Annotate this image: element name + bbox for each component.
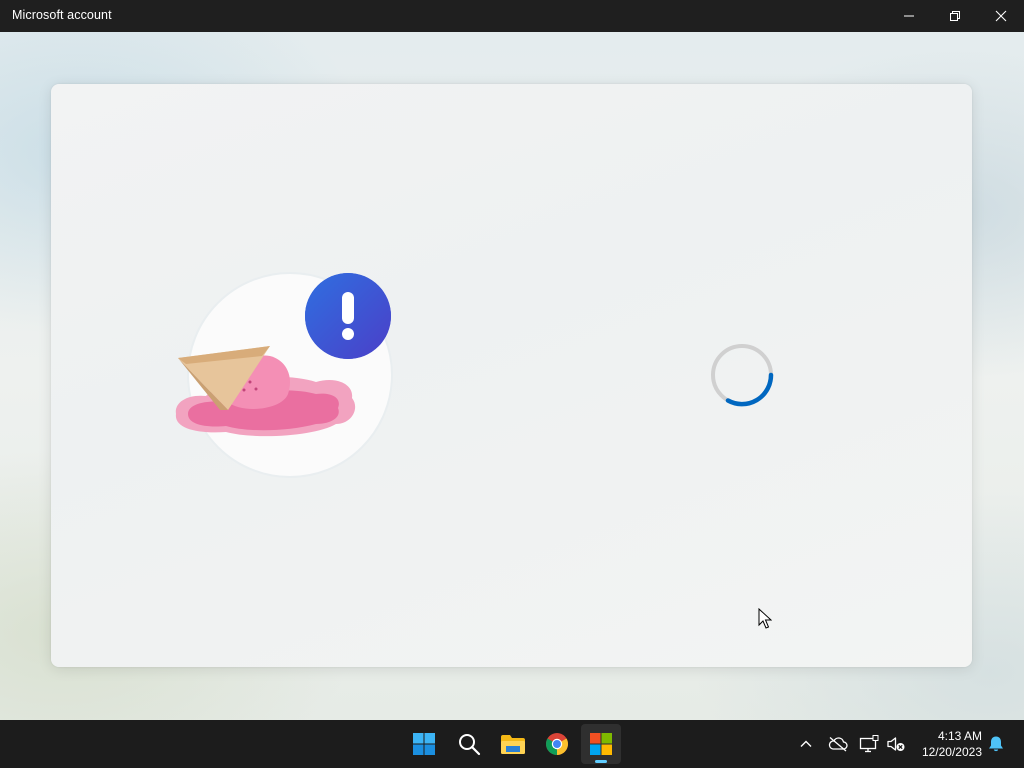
close-button[interactable] [978, 0, 1024, 32]
restore-icon [950, 11, 960, 21]
windows-start-icon [413, 733, 435, 755]
onedrive-offline-icon [828, 737, 848, 752]
clock-time: 4:13 AM [937, 729, 982, 743]
search-icon [459, 734, 481, 756]
file-explorer-button[interactable] [493, 724, 533, 764]
chrome-icon [546, 733, 568, 755]
chrome-button[interactable] [537, 724, 577, 764]
show-hidden-icons-button[interactable] [796, 734, 816, 754]
microsoft-logo-icon [590, 733, 612, 755]
content-card [51, 84, 972, 667]
loading-spinner [707, 340, 777, 410]
notification-bell-icon [989, 736, 1003, 752]
folder-icon [501, 735, 525, 754]
minimize-icon [904, 15, 914, 17]
dropped-ice-cream-error-illustration [166, 264, 396, 484]
exclamation-icon [342, 292, 354, 340]
clock-date: 12/20/2023 [921, 745, 982, 759]
notifications-button[interactable] [986, 734, 1006, 754]
window-title: Microsoft account [12, 8, 112, 22]
onedrive-tray-button[interactable] [828, 734, 848, 754]
volume-tray-button[interactable] [886, 734, 906, 754]
clock[interactable]: 4:13 AM 12/20/2023 [912, 728, 982, 760]
start-button[interactable] [404, 724, 444, 764]
minimize-button[interactable] [886, 0, 932, 32]
active-app-indicator [595, 760, 607, 763]
volume-muted-icon [887, 737, 905, 751]
network-icon [859, 735, 879, 753]
title-bar[interactable]: Microsoft account [0, 0, 1024, 32]
taskbar: 4:13 AM 12/20/2023 [0, 720, 1024, 768]
close-icon [995, 10, 1007, 22]
search-button[interactable] [449, 724, 489, 764]
microsoft-store-button[interactable] [581, 724, 621, 764]
restore-button[interactable] [932, 0, 978, 32]
mouse-cursor-icon [758, 608, 772, 629]
window-body [0, 32, 1024, 720]
network-tray-button[interactable] [859, 734, 879, 754]
chevron-up-icon [800, 740, 812, 747]
